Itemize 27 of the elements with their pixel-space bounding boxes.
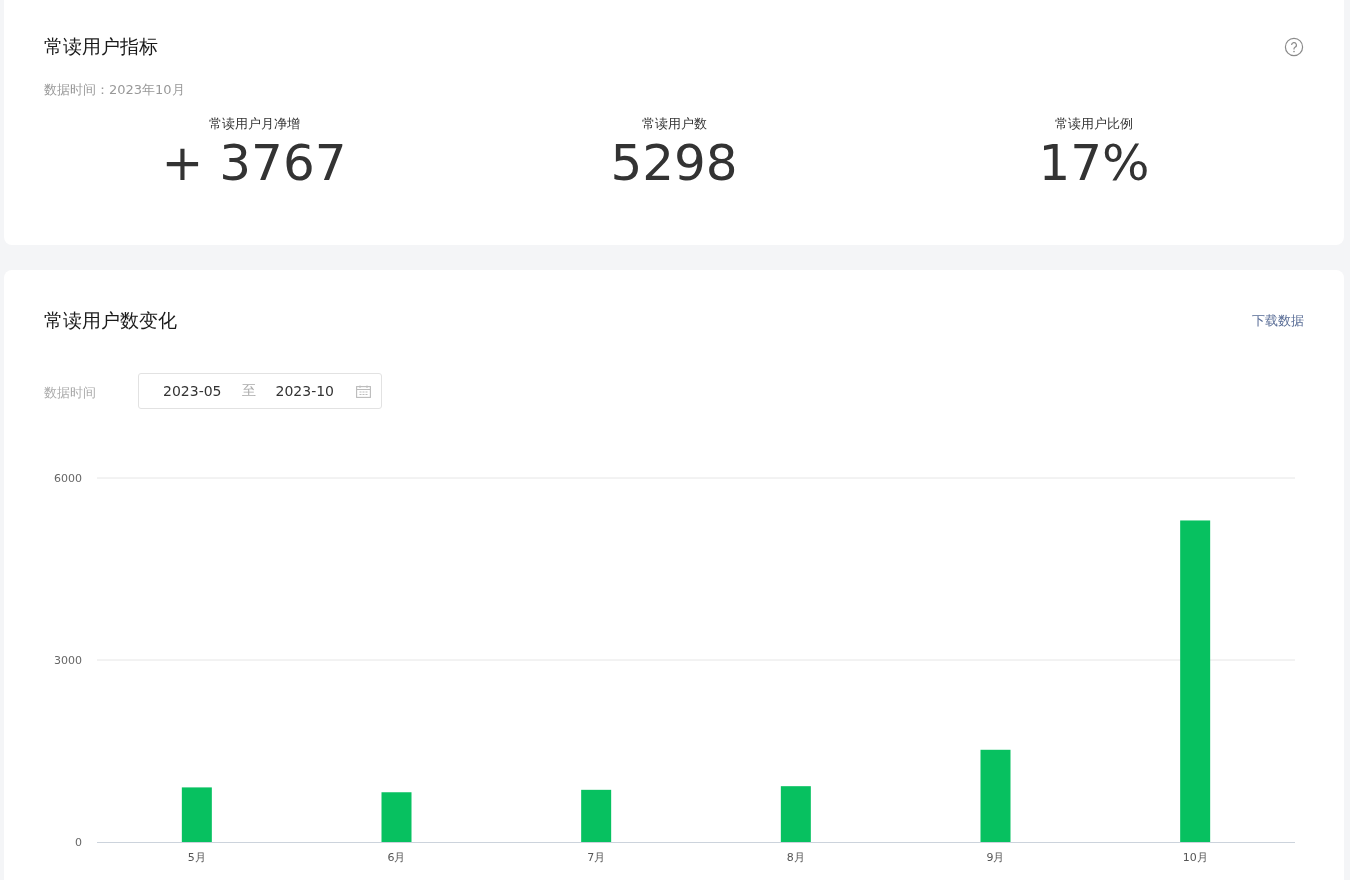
x-axis-label: 7月 xyxy=(587,851,606,864)
bar xyxy=(181,787,212,842)
bar xyxy=(581,789,612,842)
metric-value: 5298 xyxy=(610,135,738,191)
help-icon[interactable] xyxy=(1284,37,1304,57)
bar xyxy=(381,792,412,842)
y-axis-label: 3000 xyxy=(54,654,82,667)
x-axis-label: 6月 xyxy=(387,851,406,864)
y-axis-label: 6000 xyxy=(54,472,82,485)
calendar-icon[interactable] xyxy=(356,384,371,398)
x-axis-label: 5月 xyxy=(187,851,206,864)
x-axis-label: 10月 xyxy=(1182,851,1208,864)
data-time: 数据时间：2023年10月 xyxy=(44,81,186,99)
y-axis-label: 0 xyxy=(75,836,82,849)
x-axis-label: 9月 xyxy=(986,851,1005,864)
card-title: 常读用户数变化 xyxy=(44,308,177,333)
date-range-field[interactable]: 2023-05 至 2023-10 xyxy=(138,373,382,409)
metric-label: 常读用户月净增 xyxy=(208,115,300,133)
bar xyxy=(780,786,811,842)
x-axis-label: 8月 xyxy=(786,851,805,864)
date-label: 数据时间 xyxy=(44,384,97,402)
metric-value: 17% xyxy=(1038,135,1150,191)
metric-label: 常读用户数 xyxy=(641,115,707,133)
metric-label: 常读用户比例 xyxy=(1055,115,1133,133)
download-link[interactable]: 下载数据 xyxy=(1252,312,1304,330)
card-title: 常读用户指标 xyxy=(44,34,158,59)
metric-value: + 3767 xyxy=(161,135,347,191)
